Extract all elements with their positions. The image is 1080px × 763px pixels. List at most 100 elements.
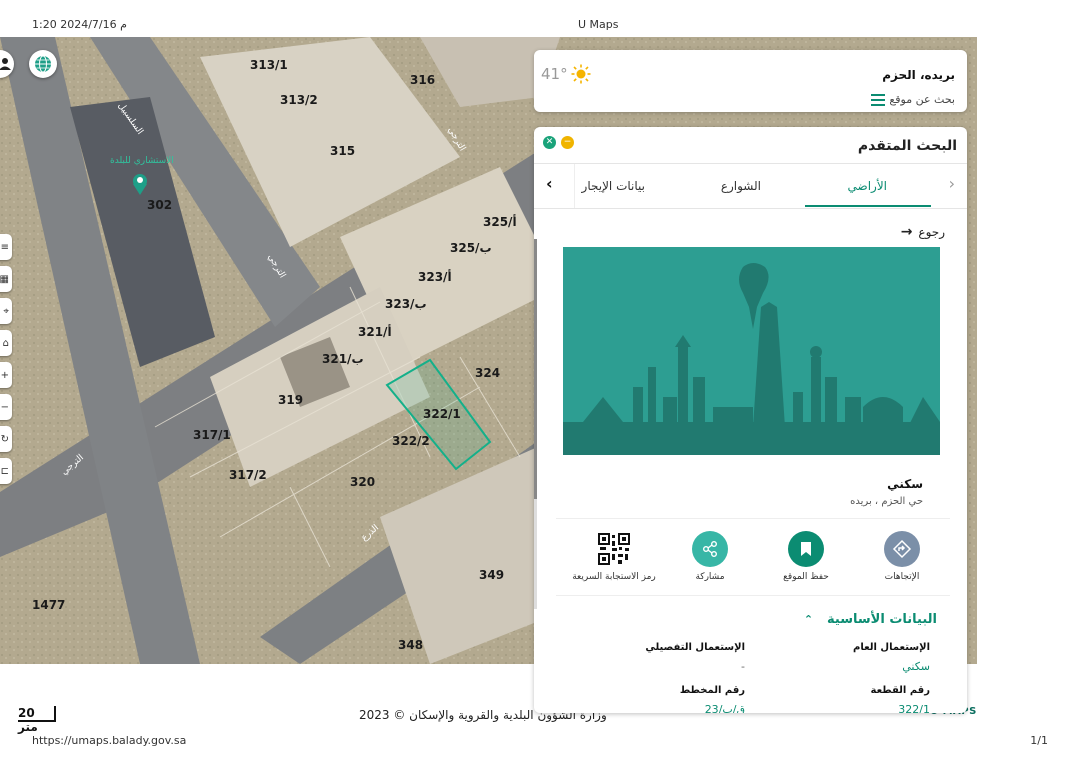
plot-label: 322/2 [392, 434, 430, 448]
active-tab-indicator [805, 205, 931, 207]
directions-button[interactable]: الإتجاهات [854, 531, 950, 582]
panel-header: البحث المتقدم ✕ − [534, 127, 967, 164]
basemap-button[interactable]: ▦ [0, 266, 12, 292]
plot-label: 348 [398, 638, 423, 652]
print-header: 1:20 2024/7/16 م U Maps [0, 0, 1080, 36]
rotate-icon: ↻ [0, 433, 9, 445]
rotate-button[interactable]: ↻ [0, 426, 12, 452]
zoom-out-button[interactable]: − [0, 394, 12, 420]
plot-label: 321/أ [358, 324, 392, 339]
plot-label: 317/2 [229, 468, 267, 482]
plot-number-value: 322/1 [898, 703, 930, 713]
detailed-use-label: الإستعمال التفصيلي [645, 642, 745, 653]
globe-icon [35, 55, 51, 73]
back-label: رجوع [918, 225, 945, 239]
zoom-in-button[interactable]: + [0, 362, 12, 388]
panel-tabs: › الأراضي الشوارع بيانات الإيجار ‹ [534, 164, 967, 209]
user-icon [0, 58, 11, 70]
plot-label: 315 [330, 144, 355, 158]
plot-label: 325/ب [450, 241, 492, 255]
minimize-panel-button[interactable]: − [561, 136, 574, 149]
chevron-up-icon: ⌃ [803, 613, 814, 626]
plus-icon: + [0, 369, 9, 381]
plot-label: 1477 [32, 598, 65, 612]
current-location: بريده، الحزم [882, 68, 955, 82]
plan-number-label: رقم المخطط [679, 685, 745, 696]
print-footer: https://umaps.balady.gov.sa 1/1 [0, 728, 1080, 763]
back-button[interactable]: رجوع → [901, 224, 945, 240]
chevron-right-icon: › [948, 174, 955, 193]
plot-label: 317/1 [193, 428, 231, 442]
tab-lands[interactable]: الأراضي [848, 179, 888, 193]
globe-button[interactable] [29, 50, 57, 78]
scrollbar-thumb[interactable] [534, 239, 537, 499]
chevron-left-icon: ‹ [546, 174, 553, 193]
print-url: https://umaps.balady.gov.sa [32, 734, 187, 747]
close-icon: ✕ [545, 137, 554, 147]
plot-label: 323/ب [385, 297, 427, 311]
hero-illustration [563, 247, 940, 455]
action-buttons: الإتجاهات حفظ الموقع مشاركة رمز الاستجاب… [556, 531, 950, 591]
location-card: بريده، الحزم بحث عن موقع 41° [534, 50, 967, 112]
place-subtitle: حي الحزم ، بريده [850, 496, 923, 507]
minus-icon: − [563, 137, 572, 147]
plot-label: 323/أ [418, 269, 452, 284]
plot-label: 313/1 [250, 58, 288, 72]
panel-title: البحث المتقدم [857, 138, 957, 154]
riyadh-skyline-icon [563, 247, 940, 455]
advanced-search-panel: البحث المتقدم ✕ − › الأراضي الشوارع بيان… [534, 127, 967, 713]
map-tool-stack: ≡ ▦ ⌖ ⌂ + − ↻ ⊏ [0, 234, 12, 490]
directions-icon [884, 531, 920, 567]
section-title: البيانات الأساسية [827, 612, 937, 627]
plan-number-value: ق/ب/23 [704, 703, 745, 713]
general-use-label: الإستعمال العام [853, 642, 930, 653]
measure-button[interactable]: ⊏ [0, 458, 12, 484]
plot-label: 302 [147, 198, 172, 212]
general-use-value: سكني [902, 660, 930, 673]
directions-label: الإتجاهات [884, 572, 920, 582]
sun-icon [571, 64, 591, 84]
divider [556, 518, 950, 519]
scale-bar: 20 متر [18, 706, 56, 734]
crosshair-icon: ⌖ [3, 305, 9, 317]
plot-number-label: رقم القطعة [870, 685, 930, 696]
plot-label: 313/2 [280, 93, 318, 107]
share-button[interactable]: مشاركة [662, 531, 758, 582]
place-name: سكني [887, 477, 923, 491]
print-datetime: 1:20 2024/7/16 م [32, 18, 127, 31]
tab-rental-data[interactable]: بيانات الإيجار [582, 179, 645, 193]
tabs-scroll-left-button[interactable]: ‹ [546, 174, 553, 193]
home-icon: ⌂ [2, 337, 9, 349]
basic-data-section-toggle[interactable]: البيانات الأساسية ⌃ [804, 612, 937, 627]
search-location-label: بحث عن موقع [889, 93, 955, 106]
layers-button[interactable]: ≡ [0, 234, 12, 260]
plot-label: 349 [479, 568, 504, 582]
print-title: U Maps [578, 18, 619, 31]
share-icon [692, 531, 728, 567]
minus-icon: − [0, 401, 9, 413]
save-location-button[interactable]: حفظ الموقع [758, 531, 854, 582]
home-button[interactable]: ⌂ [0, 330, 12, 356]
tabs-scroll-right-button[interactable]: › [949, 174, 955, 193]
tab-streets[interactable]: الشوارع [721, 179, 761, 193]
qr-code-button[interactable]: رمز الاستجابة السريعة [566, 531, 662, 582]
plot-label: 324 [475, 366, 500, 380]
arrow-right-icon: → [900, 224, 913, 240]
ruler-icon: ⊏ [0, 465, 9, 477]
panel-scrollbar[interactable] [534, 239, 537, 609]
plot-label: 319 [278, 393, 303, 407]
locate-button[interactable]: ⌖ [0, 298, 12, 324]
poi-label: الاستشاري للبلدة [110, 156, 174, 166]
grid-icon: ▦ [0, 273, 9, 285]
list-icon: ≡ [0, 241, 9, 253]
share-label: مشاركة [695, 572, 725, 582]
menu-icon [871, 93, 886, 106]
search-location-link[interactable]: بحث عن موقع [871, 93, 955, 106]
detailed-use-value: - [741, 660, 745, 673]
plot-label: 316 [410, 73, 435, 87]
tabs-divider [574, 164, 575, 208]
close-panel-button[interactable]: ✕ [543, 136, 556, 149]
qr-code-icon [596, 531, 632, 567]
temperature: 41° [541, 65, 568, 83]
plot-label: 320 [350, 475, 375, 489]
